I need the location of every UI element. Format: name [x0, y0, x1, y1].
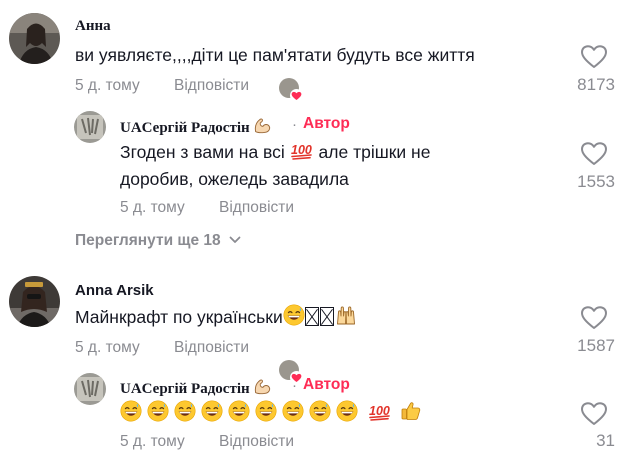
reply-button[interactable]: Відповісти: [174, 77, 249, 95]
grinning-sweat-emoji: [201, 400, 223, 422]
like-count: 1553: [577, 172, 615, 191]
unrendered-emoji-glyph: [319, 307, 334, 326]
grinning-sweat-emoji: [120, 400, 142, 422]
like-count: 8173: [577, 75, 615, 94]
like-count: 1587: [577, 336, 615, 355]
comment-timestamp: 5 д. тому: [75, 339, 140, 356]
reply-timestamp: 5 д. тому: [120, 199, 185, 216]
comment-author[interactable]: Anna Arsik: [75, 282, 154, 299]
comment-timestamp: 5 д. тому: [75, 77, 140, 94]
avatar[interactable]: [74, 111, 106, 143]
hundred-points-emoji: [290, 141, 314, 161]
reply-author[interactable]: UAСергій Радостін: [120, 116, 272, 137]
like-button[interactable]: [581, 142, 607, 171]
grinning-sweat-emoji: [228, 400, 250, 422]
comment-author[interactable]: Анна: [75, 18, 111, 35]
grinning-sweat-emoji: [147, 400, 169, 422]
comment-text: Майнкрафт по українськи: [75, 304, 357, 331]
grinning-sweat-emoji: [282, 400, 304, 422]
grinning-sweat-emoji: [336, 400, 358, 422]
creator-liked-avatar: [279, 78, 303, 102]
author-badge: Автор: [303, 376, 350, 393]
heart-outline-icon: [581, 45, 607, 69]
heart-outline-icon: [581, 142, 607, 166]
heart-outline-icon: [581, 306, 607, 330]
author-badge: Автор: [303, 115, 350, 132]
chevron-down-icon: [229, 236, 241, 243]
like-button[interactable]: [581, 45, 607, 74]
reply-emoji-text: [120, 400, 422, 424]
like-button[interactable]: [581, 402, 607, 431]
separator-dot: ·: [292, 377, 297, 394]
flexed-biceps-emoji: [253, 116, 272, 135]
avatar[interactable]: [9, 276, 60, 327]
heart-outline-icon: [581, 402, 607, 426]
flexed-biceps-emoji: [253, 377, 272, 396]
thumbs-up-emoji: [400, 400, 422, 422]
unrendered-emoji-glyph: [304, 307, 319, 326]
reply-text: Згоден з вами на всі але трішки не дороб…: [120, 141, 431, 189]
like-count: 31: [596, 431, 615, 450]
hundred-points-emoji: [368, 402, 392, 422]
avatar[interactable]: [74, 373, 106, 405]
grinning-sweat-emoji: [255, 400, 277, 422]
reply-button[interactable]: Відповісти: [219, 433, 294, 451]
reply-button[interactable]: Відповісти: [174, 339, 249, 357]
reply-button[interactable]: Відповісти: [219, 199, 294, 217]
grinning-sweat-emoji: [283, 304, 305, 326]
liked-heart-icon: [290, 89, 303, 102]
grinning-sweat-emoji: [309, 400, 331, 422]
raising-hands-emoji: [335, 304, 357, 326]
avatar[interactable]: [9, 13, 60, 64]
view-more-replies[interactable]: Переглянути ще 18: [75, 232, 241, 250]
like-button[interactable]: [581, 306, 607, 335]
reply-author[interactable]: UAСергій Радостін: [120, 377, 272, 398]
grinning-sweat-emoji: [174, 400, 196, 422]
reply-timestamp: 5 д. тому: [120, 433, 185, 450]
separator-dot: ·: [292, 116, 297, 133]
comment-text: ви уявляєте,,,,діти це пам'ятати будуть …: [75, 45, 475, 65]
